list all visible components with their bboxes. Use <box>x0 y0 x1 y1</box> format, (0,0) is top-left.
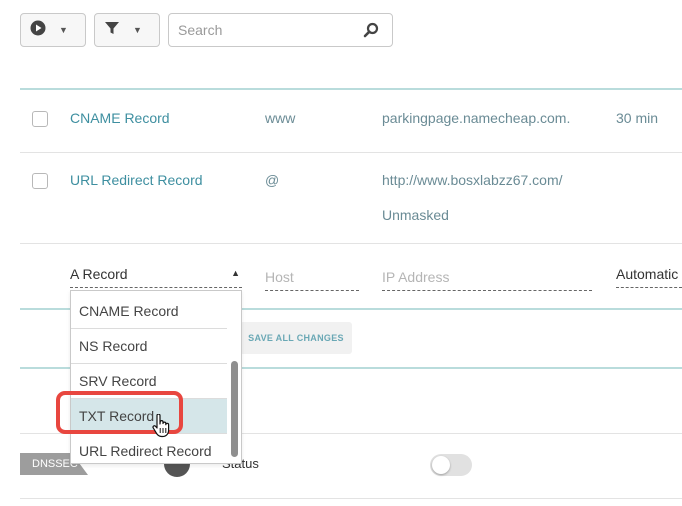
record-value[interactable]: http://www.bosxlabzz67.com/ <box>382 172 563 188</box>
record-type-select[interactable]: A Record ▲ <box>70 266 242 288</box>
section-divider <box>20 498 682 499</box>
funnel-icon <box>104 20 120 41</box>
redirect-mode[interactable]: Unmasked <box>382 207 449 223</box>
dropdown-option-url-redirect[interactable]: URL Redirect Record <box>71 434 227 463</box>
advanced-dns-page: ▼ ▼ CNAME Record www parkingpage.nameche… <box>0 0 682 506</box>
row-divider <box>20 243 682 244</box>
ttl-select[interactable]: Automatic <box>616 266 682 288</box>
dnssec-toggle[interactable] <box>430 454 472 476</box>
record-checkbox[interactable] <box>32 111 48 127</box>
record-checkbox[interactable] <box>32 173 48 189</box>
record-host[interactable]: www <box>265 110 295 126</box>
record-type[interactable]: URL Redirect Record <box>70 172 203 188</box>
play-circle-icon <box>30 20 46 41</box>
row-divider <box>20 152 682 153</box>
search-icon[interactable] <box>363 22 379 38</box>
filter-dropdown-button[interactable]: ▼ <box>94 13 160 47</box>
dropdown-scrollbar-thumb[interactable] <box>231 361 238 457</box>
record-type[interactable]: CNAME Record <box>70 110 170 126</box>
dropdown-option-ns[interactable]: NS Record <box>71 329 227 364</box>
record-host[interactable]: @ <box>265 172 279 188</box>
chevron-up-icon: ▲ <box>231 268 240 278</box>
toggle-knob <box>432 456 450 474</box>
search-box <box>168 13 393 47</box>
ip-address-input[interactable]: IP Address <box>382 269 592 291</box>
chevron-down-icon: ▼ <box>133 25 142 35</box>
hand-cursor-icon <box>152 414 170 438</box>
search-input[interactable] <box>169 14 359 46</box>
record-value[interactable]: parkingpage.namecheap.com. <box>382 110 570 126</box>
save-all-changes-button[interactable]: SAVE ALL CHANGES <box>240 322 352 354</box>
dropdown-option-cname[interactable]: CNAME Record <box>71 294 227 329</box>
chevron-down-icon: ▼ <box>59 25 68 35</box>
table-top-border <box>20 88 682 90</box>
actions-dropdown-button[interactable]: ▼ <box>20 13 86 47</box>
selected-type-label: A Record <box>70 266 128 282</box>
host-input[interactable]: Host <box>265 269 359 291</box>
record-ttl[interactable]: 30 min <box>616 110 658 126</box>
